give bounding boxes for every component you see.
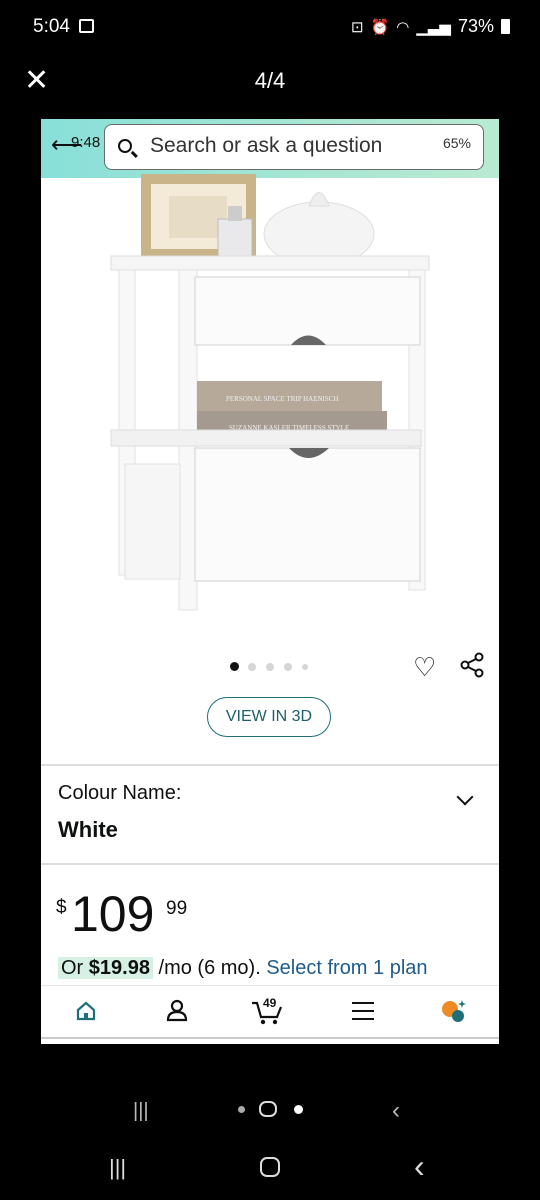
price-whole: 109 (71, 886, 155, 942)
colour-selector[interactable]: Colour Name: White (41, 766, 499, 863)
screenshot-image: ⟵ 9:48 Search or ask a question 65% PERS… (41, 119, 499, 1044)
inner-battery: 65% (442, 135, 471, 151)
image-counter: 4/4 (254, 68, 286, 93)
search-bar[interactable]: Search or ask a question 65% (104, 124, 484, 170)
bottom-drawer (194, 447, 421, 582)
monthly-term: /mo (6 mo). (158, 957, 261, 979)
image-dot-active[interactable] (230, 662, 239, 671)
svg-text:PERSONAL SPACE TRIP HAENISCH: PERSONAL SPACE TRIP HAENISCH (226, 395, 338, 403)
search-placeholder: Search or ask a question (150, 134, 383, 157)
cart-count: 49 (263, 996, 277, 1010)
chevron-down-icon (456, 788, 474, 806)
divider (41, 863, 499, 865)
bottom-nav: 49 (41, 985, 499, 1038)
lock-icon: ⊡ (351, 18, 364, 36)
image-dot[interactable] (266, 663, 274, 671)
price-currency: $ (56, 897, 67, 918)
search-icon (118, 139, 132, 153)
battery-percent: 73% (457, 16, 494, 36)
status-icons: ⊡ ⏰ ◠ ▁▃▅ 73% (351, 16, 510, 37)
status-time: 5:04 (33, 16, 70, 37)
recent-apps-icon: ||| (133, 1100, 149, 1122)
gallery-notification-icon (79, 19, 94, 33)
recent-apps-button[interactable]: ||| (109, 1155, 126, 1181)
view-in-3d-button[interactable]: VIEW IN 3D (207, 697, 331, 737)
inner-status-time: 9:48 (71, 134, 101, 151)
signal-icon: ▁▃▅ (416, 18, 451, 36)
menu-icon[interactable] (352, 1002, 374, 1020)
image-dot[interactable] (284, 663, 292, 671)
page-dot-active (294, 1105, 303, 1114)
account-icon[interactable] (165, 998, 189, 1022)
cart-button[interactable]: 49 (250, 996, 286, 1026)
home-outline-icon (259, 1101, 277, 1117)
page-dot (238, 1106, 245, 1113)
wifi-icon: ◠ (396, 18, 410, 36)
image-dot[interactable] (302, 664, 308, 670)
monthly-payment: Or $19.98 /mo (6 mo). Select from 1 plan (58, 957, 428, 980)
price-cents: 99 (166, 898, 188, 919)
colour-value: White (58, 817, 118, 842)
heart-icon[interactable]: ♡ (413, 652, 436, 683)
app-header: ⟵ 9:48 Search or ask a question 65% (41, 119, 499, 178)
back-icon: ‹ (392, 1097, 400, 1124)
product-image[interactable]: PERSONAL SPACE TRIP HAENISCH SUZANNE KAS… (101, 174, 441, 624)
top-drawer (194, 276, 421, 346)
home-icon[interactable] (75, 1000, 97, 1022)
select-plan-link[interactable]: Select from 1 plan (266, 957, 427, 979)
image-dot[interactable] (248, 663, 256, 671)
share-icon[interactable] (459, 652, 485, 678)
monthly-highlight: Or $19.98 (58, 957, 153, 979)
divider (41, 1037, 499, 1039)
battery-icon (501, 19, 510, 34)
rufus-icon[interactable] (440, 998, 468, 1024)
colour-label: Colour Name: (58, 782, 182, 804)
back-button[interactable]: ‹ (414, 1148, 425, 1185)
home-button[interactable] (260, 1157, 280, 1177)
alarm-icon: ⏰ (370, 18, 390, 36)
